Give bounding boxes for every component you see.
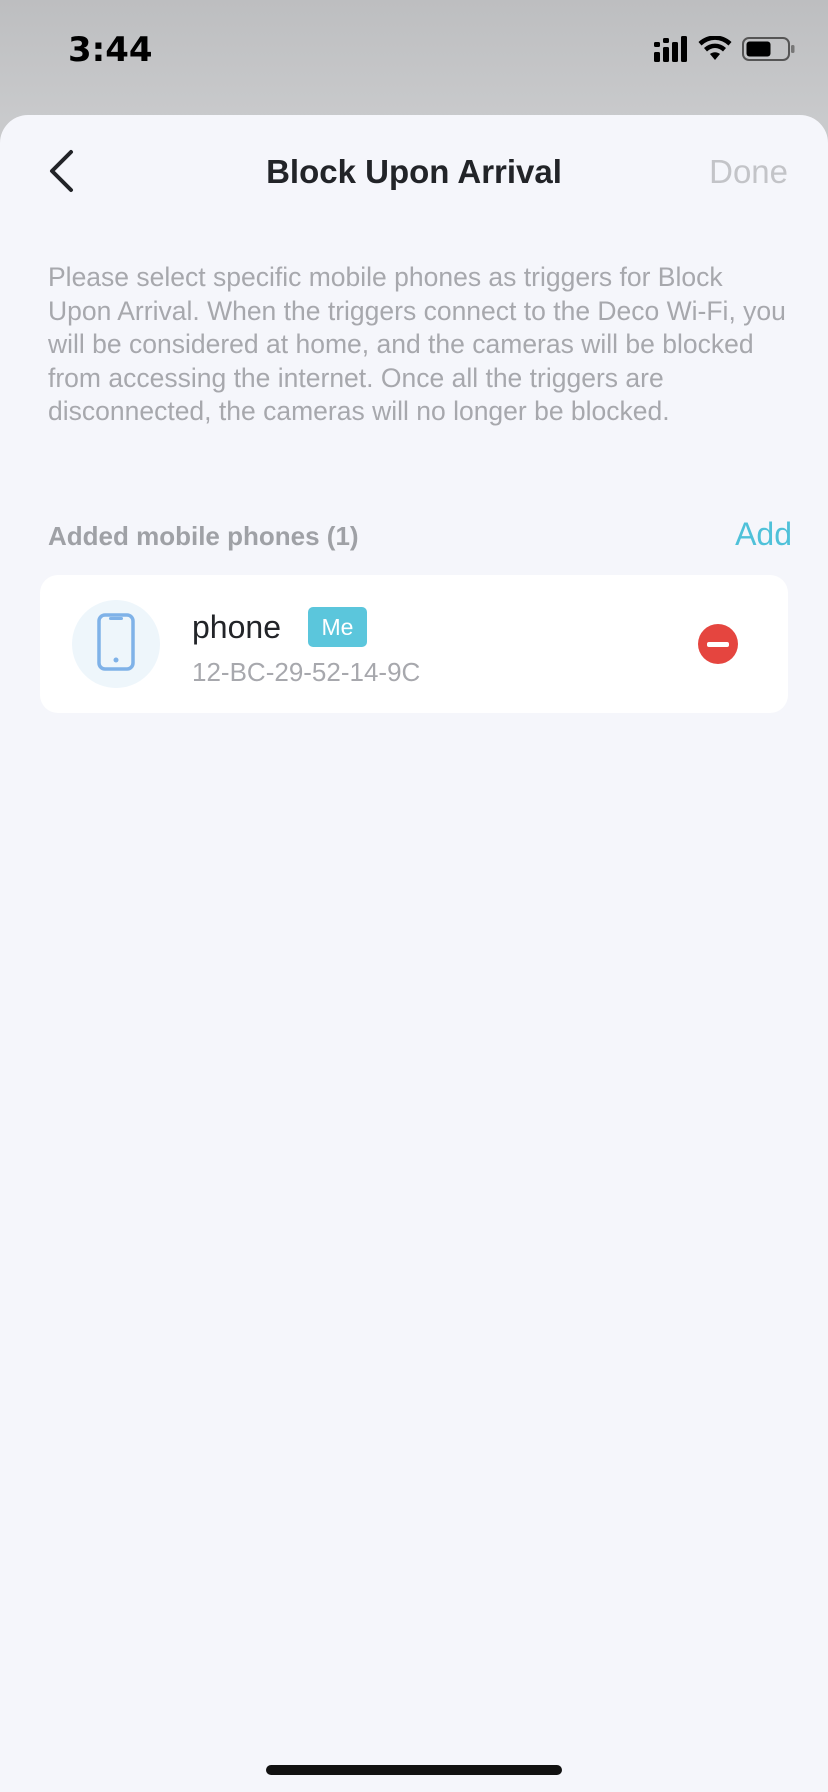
home-indicator <box>266 1765 562 1775</box>
nav-bar: Block Upon Arrival Done <box>0 115 828 229</box>
smartphone-icon <box>96 612 136 677</box>
status-bar: 3:44 <box>0 0 828 100</box>
remove-device-button[interactable] <box>698 624 738 664</box>
device-name: phone <box>192 609 281 645</box>
modal-sheet: Block Upon Arrival Done Please select sp… <box>0 115 828 1792</box>
done-button[interactable]: Done <box>709 153 788 191</box>
status-time: 3:44 <box>68 30 153 70</box>
me-badge: Me <box>308 607 367 647</box>
remove-icon <box>707 641 729 647</box>
device-list-item[interactable]: phone Me 12-BC-29-52-14-9C <box>40 575 788 713</box>
battery-icon <box>742 36 796 67</box>
section-header: Added mobile phones (1) <box>48 521 359 551</box>
device-avatar <box>72 600 160 688</box>
signal-icon <box>654 35 688 67</box>
add-button[interactable]: Add <box>735 516 792 553</box>
description-text: Please select specific mobile phones as … <box>48 262 786 426</box>
wifi-icon <box>698 34 732 67</box>
status-icons <box>654 34 796 68</box>
page-title: Block Upon Arrival <box>266 153 562 190</box>
device-mac-address: 12-BC-29-52-14-9C <box>192 657 421 687</box>
